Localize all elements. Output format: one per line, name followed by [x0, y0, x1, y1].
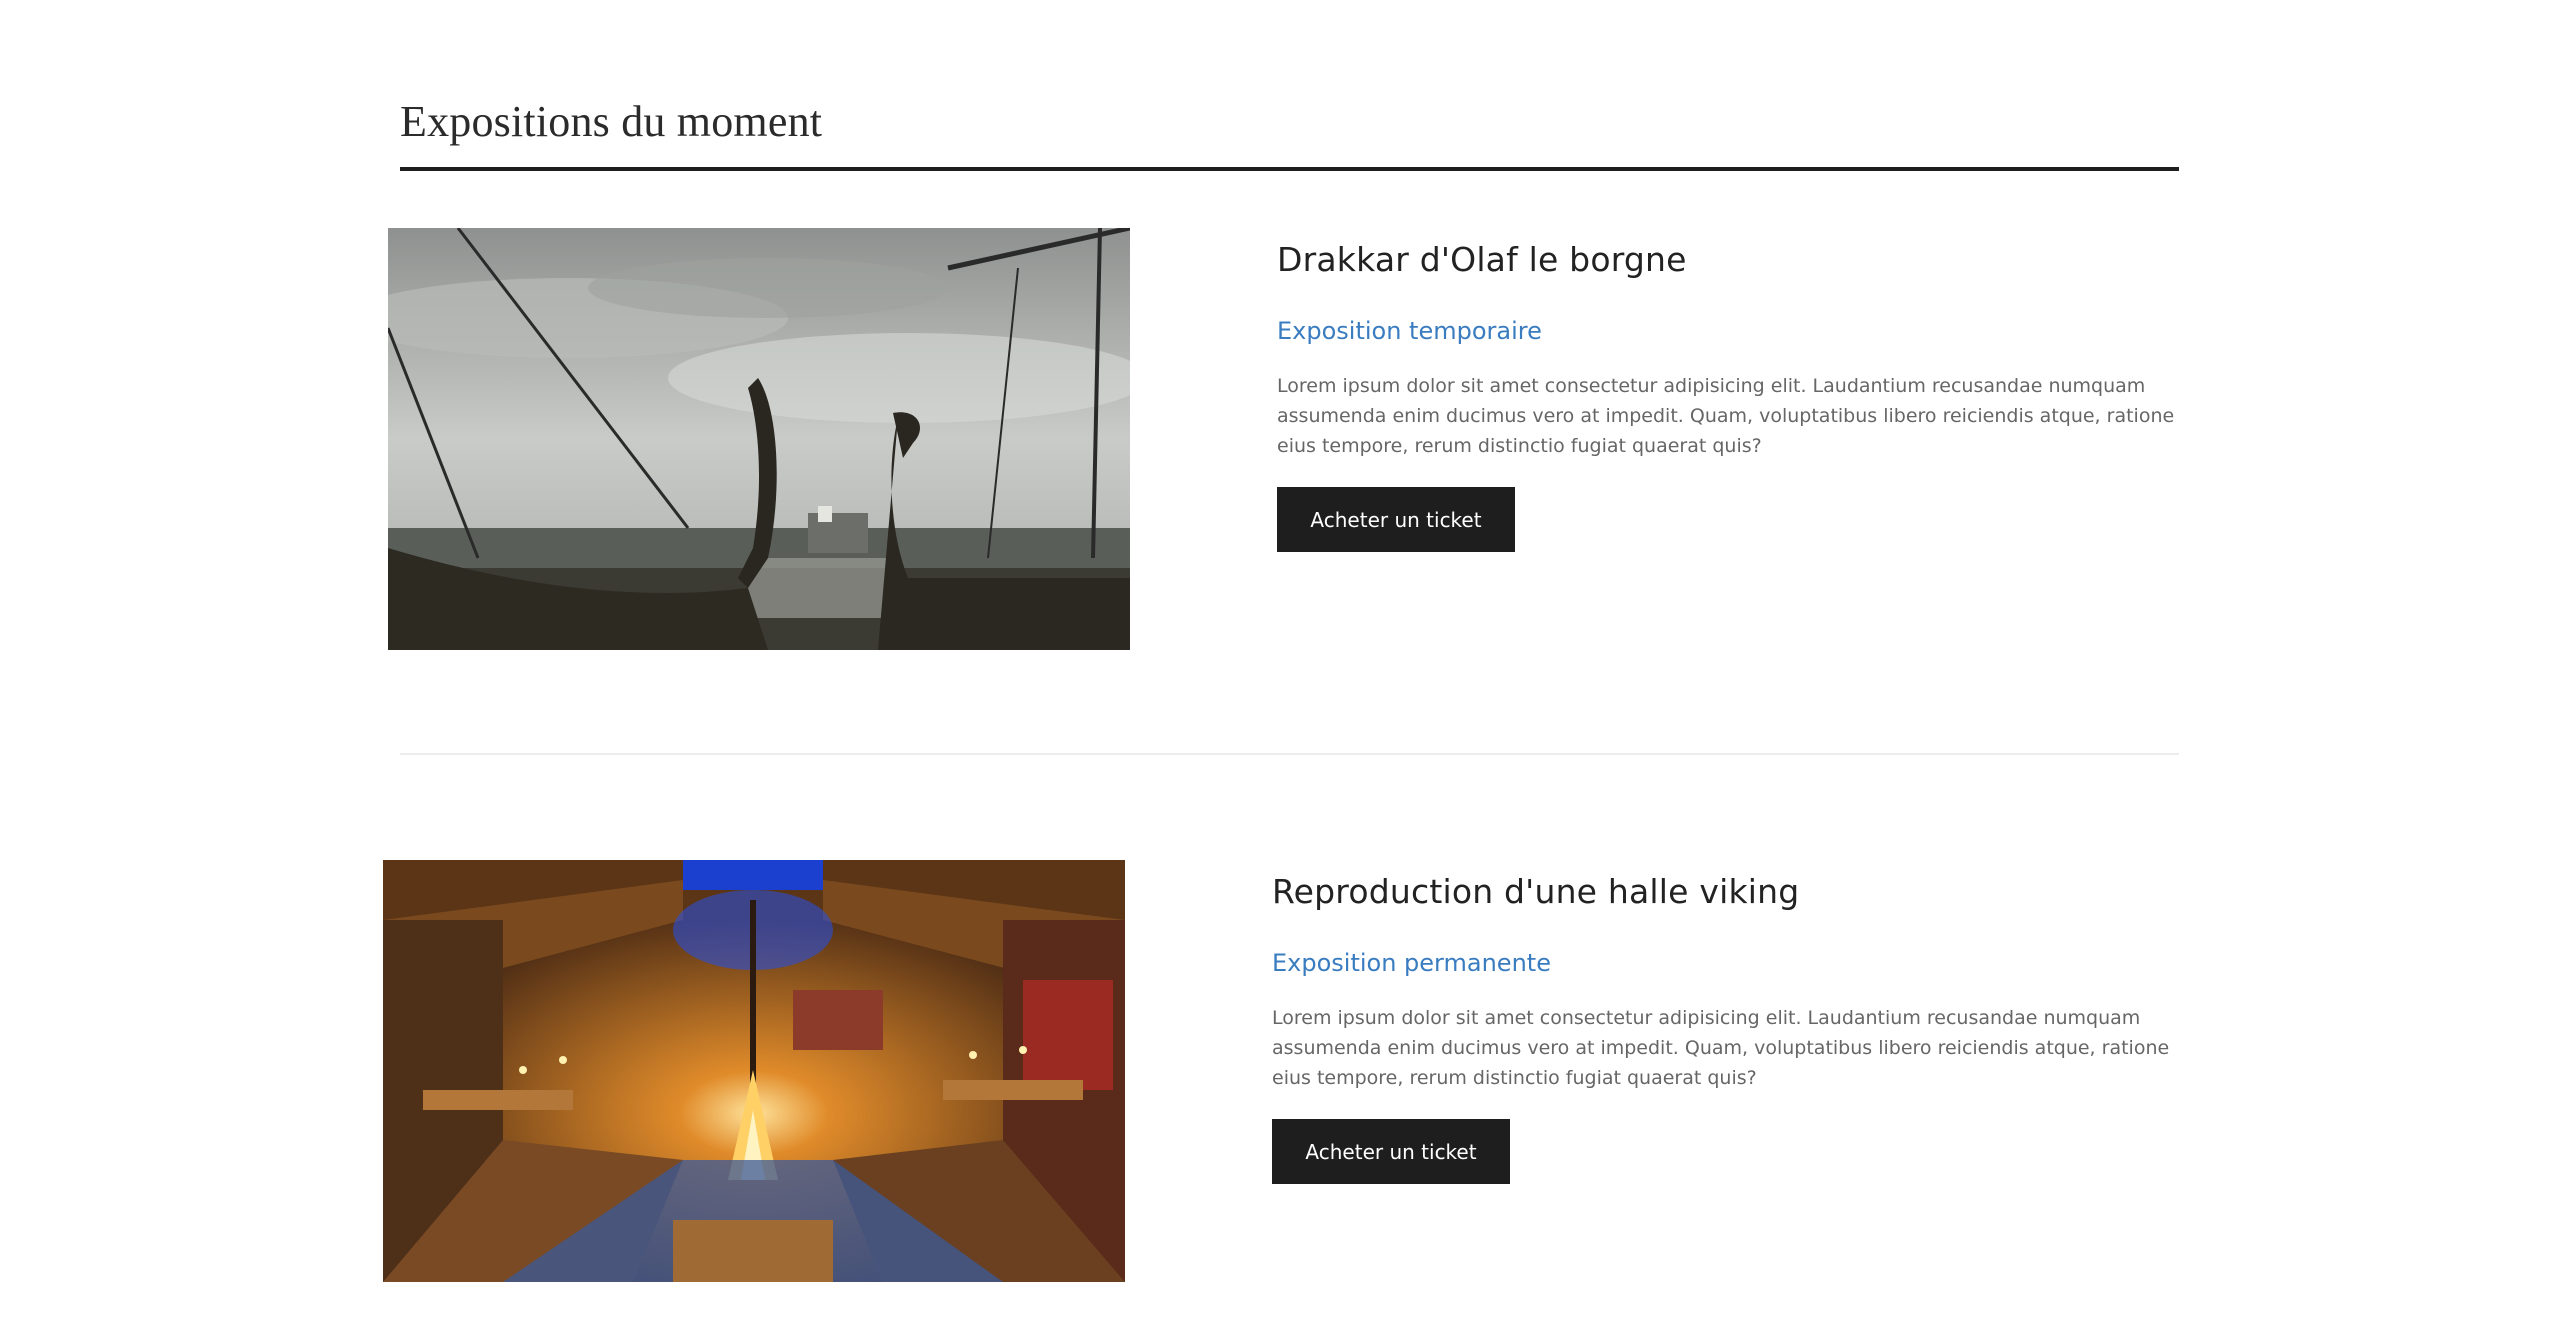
buy-ticket-button[interactable]: Acheter un ticket	[1272, 1119, 1510, 1184]
exhibition-title: Reproduction d'une halle viking	[1272, 872, 1800, 911]
exhibition-type: Exposition temporaire	[1277, 317, 1542, 345]
exhibition-card-1: Drakkar d'Olaf le borgne Exposition temp…	[1277, 240, 2207, 552]
section-title-rule	[400, 167, 2179, 171]
exhibition-image-viking-hall	[383, 860, 1125, 1282]
exhibition-type: Exposition permanente	[1272, 949, 1551, 977]
exhibition-title: Drakkar d'Olaf le borgne	[1277, 240, 1687, 279]
buy-ticket-button[interactable]: Acheter un ticket	[1277, 487, 1515, 552]
exhibition-description: Lorem ipsum dolor sit amet consectetur a…	[1277, 375, 2175, 457]
section-title: Expositions du moment	[400, 97, 823, 146]
exhibition-description: Lorem ipsum dolor sit amet consectetur a…	[1272, 1007, 2170, 1089]
exhibition-card-2: Reproduction d'une halle viking Expositi…	[1272, 872, 2202, 1184]
exhibition-image-viking-ships	[388, 228, 1130, 650]
section-divider	[400, 753, 2179, 755]
